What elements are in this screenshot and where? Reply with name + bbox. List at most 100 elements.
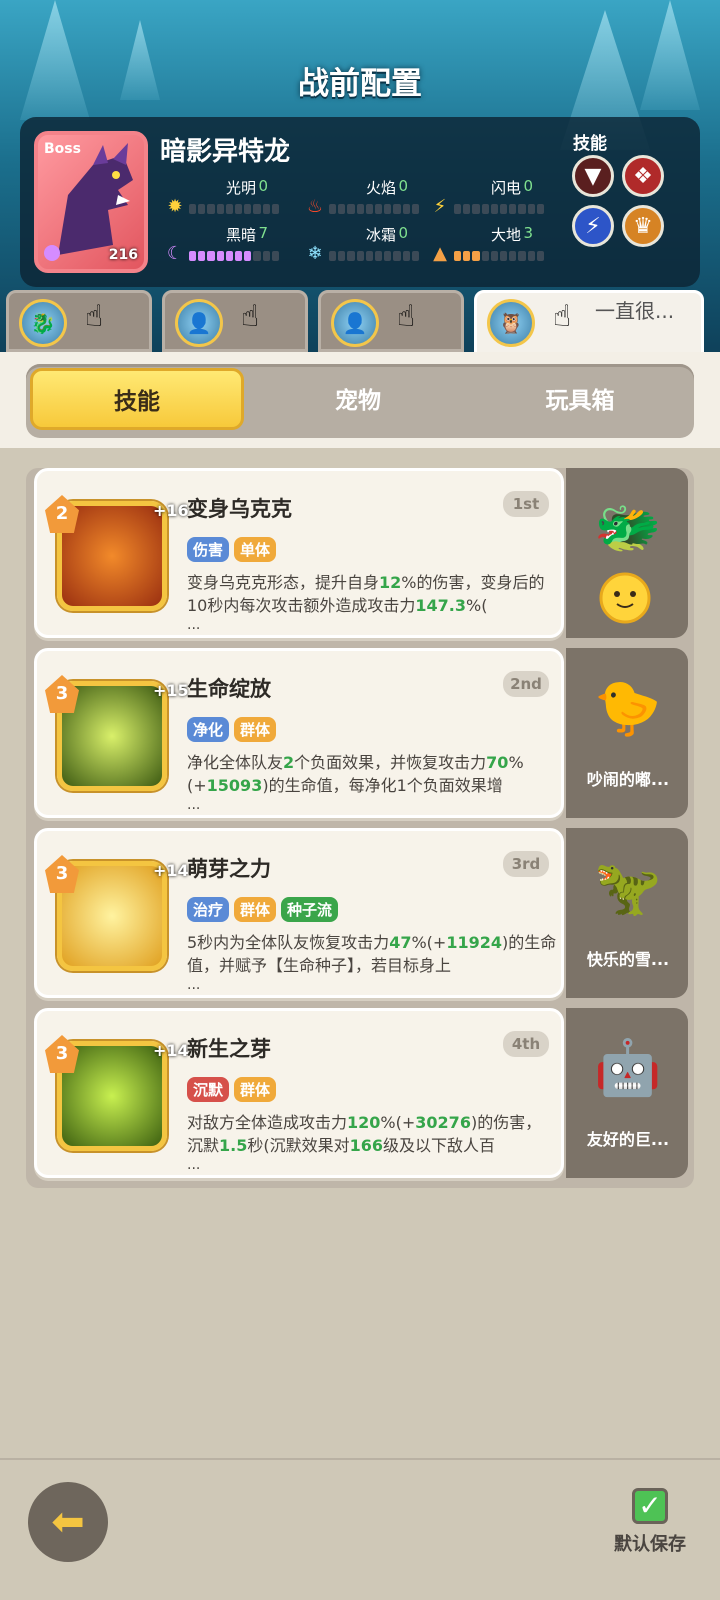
default-save-toggle[interactable]: ✓ 默认保存 [610, 1488, 690, 1556]
stat-segment [393, 204, 401, 214]
team-tab-3[interactable]: 👤 ☝ [318, 290, 464, 352]
skill-description: 5秒内为全体队友恢复攻击力47%(+11924)的生命值，并赋予【生命种子】，若… [187, 933, 557, 975]
chat-face-icon [599, 572, 651, 624]
stat-segment [481, 251, 489, 261]
page-title: 战前配置 [298, 66, 422, 102]
team-tab-4[interactable]: 🦉 ☝ 一直很... [474, 290, 704, 356]
back-button[interactable]: ⬅ [28, 1482, 108, 1562]
stat-value: 3 [523, 224, 533, 242]
stat-label: 光明 [225, 179, 256, 197]
stat-segment [347, 251, 355, 261]
dragon-pet-icon: 🐲 [594, 496, 662, 559]
stat-segment [490, 251, 499, 261]
tag: 净化 [187, 717, 230, 742]
arrow-left-icon: ⬅ [51, 1499, 85, 1545]
stat-value: 7 [258, 224, 268, 242]
fire-bird-skill-icon[interactable]: ❖ [622, 155, 664, 197]
stat-segment [235, 251, 243, 261]
pet-slot[interactable]: 🦖 快乐的雪... [566, 828, 688, 998]
tag: 群体 [234, 897, 277, 922]
tab-toybox[interactable]: 玩具箱 [470, 364, 690, 438]
crown-skill-icon[interactable]: ♛ [622, 205, 664, 247]
team-tabs: 🐉 ☝ 👤 ☝ 👤 ☝ 🦉 ☝ 一直很... [0, 290, 720, 356]
tag: 种子流 [281, 897, 339, 922]
stat-bar [189, 251, 280, 261]
stat-bar [329, 204, 420, 214]
stat-frost: 冰霜 0 ❄ [305, 224, 430, 264]
tap-hand-icon: ☝ [241, 299, 260, 334]
tag: 沉默 [187, 1077, 230, 1102]
stat-segment [527, 204, 535, 214]
stat-segment [338, 204, 346, 214]
skill-rank: 4th [503, 1031, 549, 1057]
stat-segment [527, 251, 535, 261]
stat-earth: 大地 3 ▲ [430, 224, 555, 264]
skill-list: 2 +16 变身乌克克 1st 伤害 单体 变身乌克克形态，提升自身12%的伤害… [26, 468, 694, 1188]
stat-segment [454, 251, 462, 261]
tab-skills[interactable]: 技能 [30, 368, 244, 430]
boss-portrait[interactable]: Boss 216 [34, 131, 148, 273]
stat-label: 火焰 [365, 179, 396, 197]
skill-more: ... [187, 797, 201, 813]
stat-value: 0 [398, 177, 408, 195]
stat-segment [262, 251, 270, 261]
skill-rank: 3rd [503, 851, 549, 877]
stat-segment [207, 251, 215, 261]
stat-segment [253, 204, 261, 214]
chat-bubble-icon[interactable] [595, 570, 655, 630]
skill-card[interactable]: 3 +14 新生之芽 4th 沉默 群体 对敌方全体造成攻击力120%(+302… [34, 1008, 564, 1178]
stat-segment [536, 251, 545, 261]
skill-name: 变身乌克克 [187, 497, 292, 521]
checkbox-checked-icon[interactable]: ✓ [632, 1488, 668, 1524]
team-tab-1[interactable]: 🐉 ☝ [6, 290, 152, 352]
tap-hand-icon: ☝ [85, 299, 104, 334]
team-tab-2[interactable]: 👤 ☝ [162, 290, 308, 352]
tap-hand-icon: ☝ [553, 299, 572, 334]
pet-name: 友好的巨... [586, 1130, 670, 1149]
avatar: 🐉 [19, 299, 67, 347]
stat-bar [454, 204, 545, 214]
skill-plus: +16 [153, 501, 189, 520]
stat-light: 光明 0 ✹ [165, 177, 290, 217]
giant-pet-icon: 🤖 [594, 1036, 662, 1099]
stat-segment [402, 251, 410, 261]
mountain-icon: ▲ [433, 243, 447, 264]
stat-segment [244, 251, 252, 261]
lightning-skill-icon[interactable]: ⚡ [572, 205, 614, 247]
stat-segment [500, 204, 508, 214]
snowflake-icon: ❄ [307, 243, 323, 264]
stat-segment [356, 204, 364, 214]
stat-segment [472, 204, 480, 214]
stat-label: 冰霜 [365, 226, 396, 244]
stat-segment [347, 204, 355, 214]
skill-plus: +14 [153, 861, 189, 880]
stat-segment [216, 251, 224, 261]
stat-segment [198, 251, 206, 261]
stat-segment [338, 251, 346, 261]
skill-card[interactable]: 2 +16 变身乌克克 1st 伤害 单体 变身乌克克形态，提升自身12%的伤害… [34, 468, 564, 638]
stat-value: 0 [523, 177, 533, 195]
tag: 群体 [234, 717, 277, 742]
stat-segment [225, 251, 234, 261]
tag: 群体 [234, 1077, 277, 1102]
pet-slot[interactable]: 🤖 友好的巨... [566, 1008, 688, 1178]
bite-skill-icon[interactable]: ▼ [572, 155, 614, 197]
default-save-label: 默认保存 [614, 1534, 686, 1555]
stat-segment [356, 251, 364, 261]
skill-description: 变身乌克克形态，提升自身12%的伤害，变身后的10秒内每次攻击额外造成攻击力14… [187, 573, 545, 615]
tab-pets[interactable]: 宠物 [248, 364, 468, 438]
stat-segment [271, 204, 280, 214]
stat-segment [375, 251, 383, 261]
skill-card[interactable]: 3 +15 生命绽放 2nd 净化 群体 净化全体队友2个负面效果，并恢复攻击力… [34, 648, 564, 818]
avatar: 👤 [331, 299, 379, 347]
boss-tag: Boss [44, 141, 81, 157]
skill-name: 生命绽放 [187, 677, 271, 701]
stat-segment [365, 251, 374, 261]
stat-bar [329, 251, 420, 261]
skill-card[interactable]: 3 +14 萌芽之力 3rd 治疗 群体 种子流 5秒内为全体队友恢复攻击力47… [34, 828, 564, 998]
pet-slot[interactable]: 🐤 吵闹的嘟... [566, 648, 688, 818]
stat-segment [411, 204, 420, 214]
stat-label: 闪电 [490, 179, 521, 197]
stat-segment [509, 251, 517, 261]
stat-label: 黑暗 [225, 226, 256, 244]
